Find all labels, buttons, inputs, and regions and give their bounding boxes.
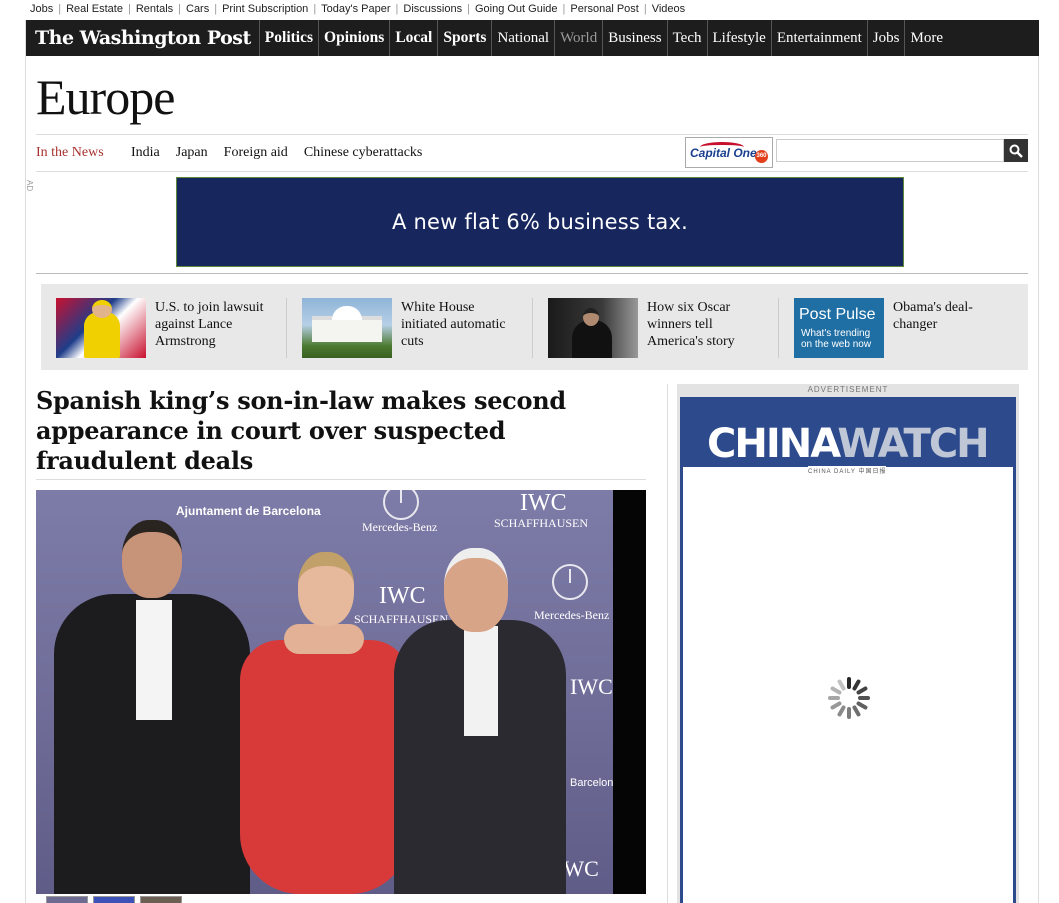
nav-item-entertainment[interactable]: Entertainment	[772, 20, 868, 56]
nav-item-opinions[interactable]: Opinions	[319, 20, 391, 56]
nav-item-world[interactable]: World	[555, 20, 604, 56]
separator: |	[178, 3, 181, 15]
search-input[interactable]	[776, 139, 1004, 162]
photo-edge-bar	[613, 490, 646, 894]
photo-thumbnail[interactable]	[46, 896, 88, 903]
nav-item-jobs[interactable]: Jobs	[868, 20, 906, 56]
news-topic-link[interactable]: Foreign aid	[224, 145, 288, 160]
photo-label: SCHAFFHAUSEN	[494, 516, 589, 530]
post-pulse-subtitle: What's trending on the web now	[801, 328, 872, 350]
in-the-news-bar: In the News India Japan Foreign aid Chinese…	[36, 134, 1028, 172]
promo-item[interactable]: White House initiated automatic cuts	[287, 298, 533, 358]
nav-item-politics[interactable]: Politics	[260, 20, 320, 56]
news-topics: India Japan Foreign aid Chinese cyberattack…	[131, 145, 438, 161]
util-link[interactable]: Cars	[186, 3, 209, 15]
photo-label: IWC	[520, 490, 567, 516]
util-link[interactable]: Videos	[652, 3, 685, 15]
separator: |	[58, 3, 62, 15]
article-photo[interactable]: Ajuntament de Barcelona Mercedes-Benz IW…	[36, 490, 646, 894]
search-button[interactable]	[1004, 139, 1028, 162]
advertisement-label: ADVERTISEMENT	[807, 385, 889, 394]
promo-caption[interactable]: Obama's deal-changer	[884, 298, 1009, 358]
news-topic-link[interactable]: India	[131, 145, 160, 160]
site-logo[interactable]: The Washington Post	[26, 20, 260, 56]
separator: |	[467, 3, 470, 15]
ad-banner-text: A new flat 6% business tax.	[392, 210, 688, 234]
separator: |	[214, 3, 218, 15]
photo-label: Ajuntament de Barcelona	[176, 504, 321, 518]
china-watch-header: CHINAWATCH	[680, 397, 1016, 467]
page-frame: The Washington Post Politics Opinions Loca…	[25, 20, 1039, 903]
nav-item-tech[interactable]: Tech	[668, 20, 708, 56]
china-watch-ad[interactable]: CHINAWATCH CHINA DAILY 中国日报	[680, 397, 1016, 903]
ad-tag: AD	[25, 180, 34, 192]
separator: |	[313, 3, 317, 15]
news-topic-link[interactable]: Chinese cyberattacks	[304, 145, 423, 160]
promo-caption[interactable]: How six Oscar winners tell America's sto…	[638, 298, 763, 358]
nav-item-more[interactable]: More	[905, 20, 948, 56]
separator: |	[643, 3, 647, 15]
loading-spinner-icon	[828, 677, 870, 719]
util-link[interactable]: Real Estate	[66, 3, 123, 15]
china-watch-logo: CHINAWATCH	[707, 421, 990, 467]
section-title: Europe	[36, 69, 175, 125]
nav-item-business[interactable]: Business	[603, 20, 668, 56]
nav-item-local[interactable]: Local	[390, 20, 439, 56]
in-the-news-label: In the News	[36, 145, 104, 160]
separator: |	[395, 3, 399, 15]
utility-links-bar: Jobs | Real Estate | Rentals | Cars | Print Subs…	[0, 0, 1059, 20]
sidebar-ad[interactable]: ADVERTISEMENT CHINAWATCH CHINA DAILY 中国日…	[677, 384, 1019, 903]
sponsor-badge: 360	[755, 150, 768, 163]
photo-thumbnails	[46, 896, 182, 903]
ad-body	[683, 467, 1013, 903]
news-topic-link[interactable]: Japan	[176, 145, 208, 160]
util-link[interactable]: Print Subscription	[222, 3, 308, 15]
photo-label: IWC	[570, 674, 613, 699]
promo-item[interactable]: How six Oscar winners tell America's sto…	[533, 298, 779, 358]
nav-item-sports[interactable]: Sports	[438, 20, 493, 56]
separator: |	[562, 3, 566, 15]
divider	[36, 479, 646, 480]
util-link[interactable]: Discussions	[403, 3, 462, 15]
photo-label: Mercedes-Benz	[362, 520, 438, 534]
search-icon	[1009, 144, 1023, 158]
nav-item-national[interactable]: National	[492, 20, 556, 56]
post-pulse-thumbnail[interactable]: Post Pulse What's trending on the web no…	[794, 298, 884, 358]
sponsor-name: Capital One	[690, 146, 757, 160]
mercedes-star-icon	[552, 564, 588, 600]
ad-banner[interactable]: A new flat 6% business tax.	[176, 177, 904, 267]
article-headline[interactable]: Spanish king’s son-in-law makes second a…	[36, 386, 646, 476]
photo-label: Mercedes-Benz	[534, 608, 610, 622]
util-link[interactable]: Today's Paper	[321, 3, 390, 15]
photo-thumbnail[interactable]	[140, 896, 182, 903]
main-nav: The Washington Post Politics Opinions Loca…	[26, 20, 1039, 56]
promo-item[interactable]: U.S. to join lawsuit against Lance Armst…	[41, 298, 287, 358]
post-pulse-title: Post Pulse	[799, 306, 876, 323]
column-divider	[667, 384, 668, 903]
util-link[interactable]: Personal Post	[570, 3, 638, 15]
photo-thumbnail[interactable]	[93, 896, 135, 903]
promo-thumbnail[interactable]	[548, 298, 638, 358]
promo-thumbnail[interactable]	[56, 298, 146, 358]
promo-caption[interactable]: U.S. to join lawsuit against Lance Armst…	[146, 298, 271, 358]
promo-strip: U.S. to join lawsuit against Lance Armst…	[41, 284, 1028, 370]
promo-thumbnail[interactable]	[302, 298, 392, 358]
util-link[interactable]: Going Out Guide	[475, 3, 558, 15]
promo-item[interactable]: Post Pulse What's trending on the web no…	[779, 298, 1025, 358]
separator: |	[127, 3, 131, 15]
divider	[36, 273, 1028, 274]
promo-caption[interactable]: White House initiated automatic cuts	[392, 298, 517, 358]
china-daily-label: CHINA DAILY 中国日报	[808, 466, 887, 475]
nav-item-lifestyle[interactable]: Lifestyle	[708, 20, 772, 56]
sponsor-logo[interactable]: Capital One 360	[685, 137, 773, 168]
photo-label: IWC	[379, 583, 426, 609]
util-link[interactable]: Jobs	[30, 3, 53, 15]
util-link[interactable]: Rentals	[136, 3, 173, 15]
